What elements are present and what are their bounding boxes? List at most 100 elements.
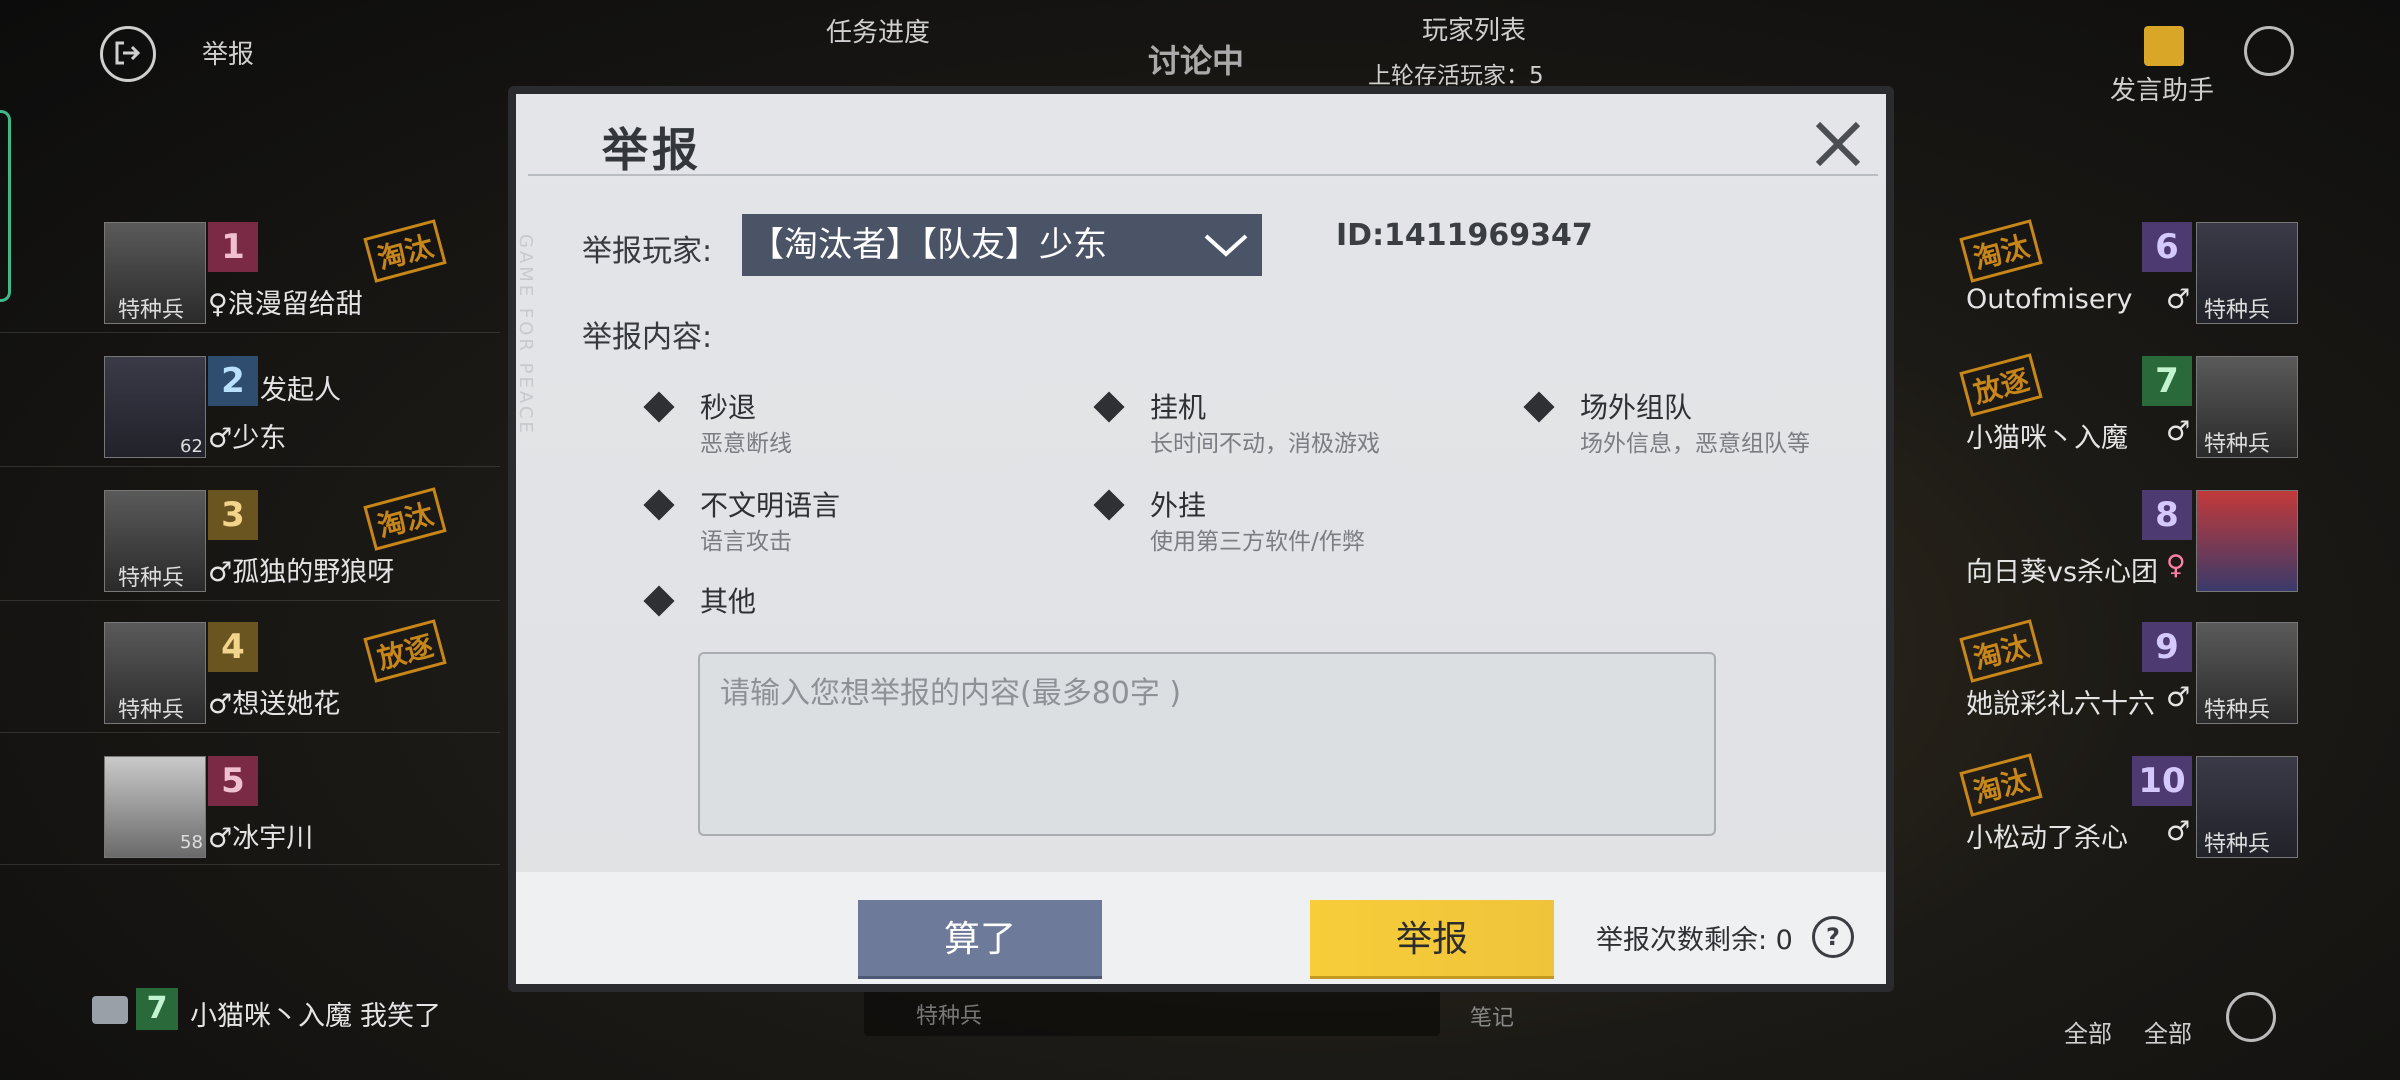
divider (0, 732, 500, 733)
player-id: ID:1411969347 (1336, 218, 1593, 253)
submit-report-button[interactable]: 举报 (1310, 900, 1554, 976)
chat-message: 我笑了 (360, 1001, 441, 1032)
last-round-alive: 上轮存活玩家：5 (1368, 63, 1544, 89)
diamond-icon (1093, 489, 1125, 521)
right-player-6[interactable]: 淘汰 Outofmisery ♂ 6 特种兵 (1959, 219, 2300, 324)
player-role: 特种兵 (2204, 832, 2271, 857)
task-progress-tab[interactable]: 任务进度 (826, 12, 930, 49)
exiled-stamp: 放逐 (363, 619, 447, 683)
report-dialog: GAME FOR PEACE 举报 举报玩家: 【淘汰者】【队友】少东 ID:1… (508, 86, 1894, 992)
seat-number: 7 (2142, 356, 2192, 406)
dialog-title: 举报 (602, 123, 702, 177)
cancel-button[interactable]: 算了 (858, 900, 1102, 976)
eliminated-stamp: 淘汰 (1959, 753, 2043, 817)
avatar (2196, 490, 2298, 592)
option-desc: 场外信息，恶意组队等 (1580, 431, 1810, 457)
speech-helper-label[interactable]: 发言助手 (2110, 70, 2214, 107)
player-role: 特种兵 (118, 566, 185, 591)
remaining-reports: 举报次数剩余: 0 (1596, 925, 1793, 956)
report-details-input[interactable] (698, 652, 1716, 836)
option-afk[interactable]: 挂机 长时间不动，消极游戏 (1093, 390, 1478, 460)
top-hud: 举报 任务进度 讨论中 玩家列表 上轮存活玩家：5 发言助手 (0, 0, 2400, 106)
help-icon[interactable]: ? (1812, 916, 1854, 958)
diamond-icon (1093, 391, 1125, 423)
seat-number: 2 (208, 356, 258, 406)
diamond-icon (643, 391, 675, 423)
option-desc: 长时间不动，消极游戏 (1150, 431, 1380, 457)
hud-report-link[interactable]: 举报 (202, 34, 254, 71)
player-list-tab[interactable]: 玩家列表 (1422, 10, 1526, 47)
exiled-stamp: 放逐 (1959, 353, 2043, 417)
player-name: 她說彩礼六十六 (1966, 689, 2155, 720)
option-title: 其他 (700, 585, 757, 618)
option-title: 挂机 (1150, 391, 1207, 424)
eliminated-stamp: 淘汰 (1959, 619, 2043, 683)
report-content-label: 举报内容: (582, 320, 713, 355)
notes-button[interactable]: 笔记 (1470, 1000, 1514, 1032)
player-name: 向日葵vs杀心团 (1966, 557, 2159, 588)
close-button[interactable] (1808, 114, 1868, 174)
chat-seat-number: 7 (136, 988, 178, 1030)
option-desc: 语言攻击 (700, 529, 792, 555)
right-player-7[interactable]: 放逐 小猫咪丶入魔 ♂ 7 特种兵 (1959, 353, 2300, 458)
emoji-icon[interactable] (2226, 992, 2276, 1042)
option-other[interactable]: 其他 (643, 584, 1028, 624)
all-filter-1[interactable]: 全部 (2064, 1014, 2112, 1049)
option-external-teaming[interactable]: 场外组队 场外信息，恶意组队等 (1523, 390, 1868, 460)
seat-number: 4 (208, 622, 258, 672)
right-player-8[interactable]: 向日葵vs杀心团 ♀ 8 (1960, 490, 2300, 592)
phase-status: 讨论中 (1148, 42, 1245, 80)
selected-player: 【淘汰者】【队友】少东 (750, 225, 1107, 265)
chat-icon[interactable] (92, 996, 128, 1024)
player-role: 特种兵 (2204, 698, 2271, 723)
seat-number: 5 (208, 756, 258, 806)
player-level: 58 (180, 832, 203, 853)
initiator-badge: 发起人 (260, 375, 341, 406)
speech-input-role: 特种兵 (916, 1004, 983, 1029)
player-name: ♂少东 (208, 423, 287, 454)
report-player-label: 举报玩家: (582, 234, 713, 269)
seat-number: 9 (2142, 622, 2192, 672)
option-quit[interactable]: 秒退 恶意断线 (643, 390, 1028, 460)
gender-icon: ♂ (2166, 416, 2191, 447)
all-filter-2[interactable]: 全部 (2144, 1014, 2192, 1049)
player-name: ♂冰宇川 (208, 823, 314, 854)
map-pin-icon[interactable] (2244, 26, 2294, 76)
chevron-down-icon (1204, 234, 1248, 257)
player-name: Outofmisery (1966, 284, 2133, 315)
speech-input[interactable]: 特种兵 (864, 990, 1440, 1036)
option-desc: 恶意断线 (700, 431, 792, 457)
side-tab[interactable] (0, 110, 11, 302)
seat-number: 8 (2142, 490, 2192, 540)
chat-sender: 小猫咪丶入魔 (190, 1001, 352, 1032)
divider (0, 864, 500, 865)
exit-icon[interactable] (100, 26, 156, 82)
title-divider (528, 174, 1878, 176)
report-dialog-body: GAME FOR PEACE 举报 举报玩家: 【淘汰者】【队友】少东 ID:1… (516, 94, 1886, 984)
player-name: ♂想送她花 (208, 689, 341, 720)
eliminated-stamp: 淘汰 (363, 219, 447, 283)
close-icon (1815, 121, 1861, 167)
diamond-icon (1523, 391, 1555, 423)
player-role: 特种兵 (118, 698, 185, 723)
seat-number: 1 (208, 222, 258, 272)
option-desc: 使用第三方软件/作弊 (1150, 529, 1365, 555)
speech-helper-icon[interactable] (2144, 26, 2184, 66)
seat-number: 10 (2132, 756, 2192, 806)
option-title: 秒退 (700, 391, 757, 424)
option-title: 不文明语言 (700, 489, 841, 522)
eliminated-stamp: 淘汰 (1959, 219, 2043, 283)
right-player-9[interactable]: 淘汰 她說彩礼六十六 ♂ 9 特种兵 (1959, 619, 2300, 724)
option-abusive-language[interactable]: 不文明语言 语言攻击 (643, 488, 1028, 558)
player-select-dropdown[interactable]: 【淘汰者】【队友】少东 (742, 214, 1262, 276)
player-role: 特种兵 (2204, 432, 2271, 457)
eliminated-stamp: 淘汰 (363, 487, 447, 551)
right-player-10[interactable]: 淘汰 小松动了杀心 ♂ 10 特种兵 (1959, 753, 2300, 858)
player-role: 特种兵 (118, 298, 185, 323)
option-cheating[interactable]: 外挂 使用第三方软件/作弊 (1093, 488, 1478, 558)
diamond-icon (643, 585, 675, 617)
gender-icon: ♂ (2166, 284, 2191, 315)
player-name: 小松动了杀心 (1966, 823, 2128, 854)
option-title: 外挂 (1150, 489, 1207, 522)
player-role: 特种兵 (2204, 298, 2271, 323)
